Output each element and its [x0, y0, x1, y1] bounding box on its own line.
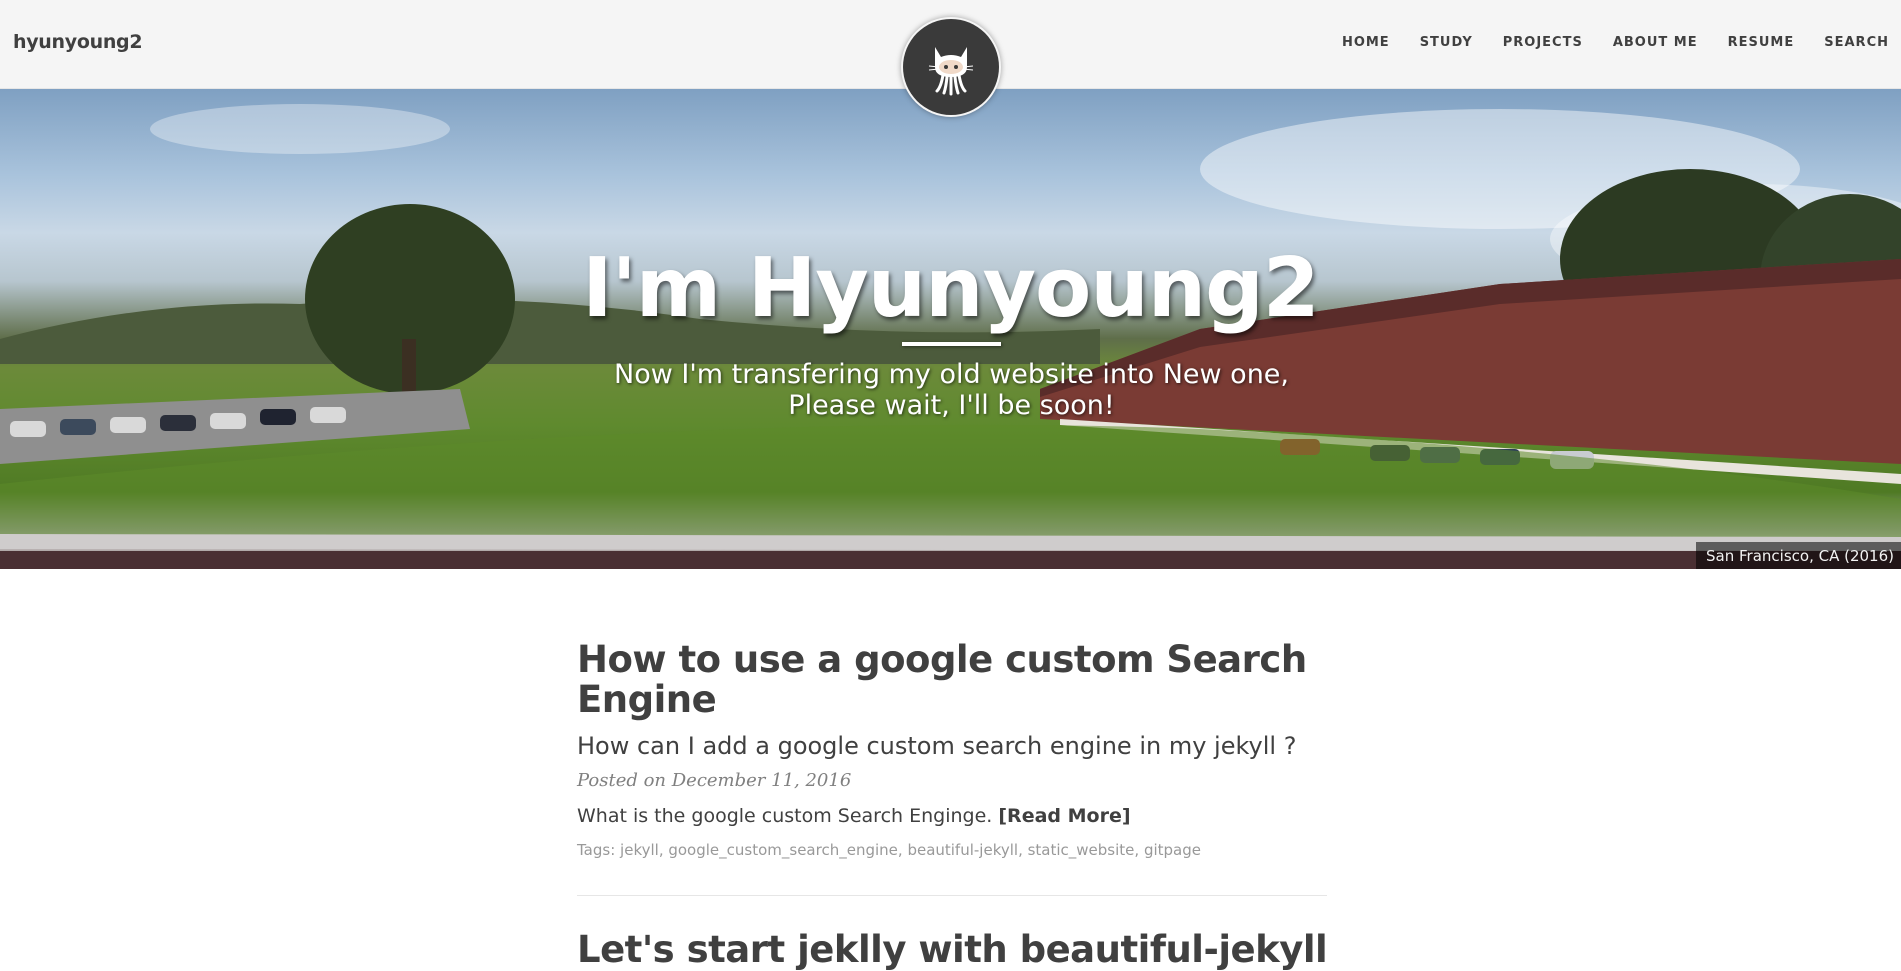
- post-list: How to use a google custom Search Engine…: [577, 640, 1328, 971]
- post-divider: [577, 895, 1327, 896]
- post-tags: Tags: jekyll, google_custom_search_engin…: [577, 841, 1201, 859]
- tag-link[interactable]: beautiful-jekyll: [907, 841, 1018, 859]
- tag-link[interactable]: google_custom_search_engine: [668, 841, 898, 859]
- hero-title: I'm Hyunyoung2: [582, 241, 1320, 336]
- brand-link[interactable]: hyunyoung2: [13, 31, 143, 53]
- tag-link[interactable]: jekyll: [620, 841, 659, 859]
- hero-subtitle: Now I'm transfering my old website into …: [614, 359, 1289, 421]
- nav-resume[interactable]: RESUME: [1728, 35, 1795, 50]
- post-title-link[interactable]: How to use a google custom Search Engine: [577, 640, 1327, 720]
- tag-link[interactable]: static_website: [1028, 841, 1135, 859]
- post-preview: How to use a google custom Search Engine…: [577, 640, 1327, 860]
- github-octocat-icon: [903, 19, 999, 115]
- nav-search[interactable]: SEARCH: [1824, 35, 1889, 50]
- tags-label: Tags:: [577, 841, 616, 859]
- tag-link[interactable]: gitpage: [1144, 841, 1201, 859]
- post-date: Posted on December 11, 2016: [577, 770, 852, 791]
- avatar[interactable]: [901, 17, 1001, 117]
- post-excerpt: What is the google custom Search Enginge…: [577, 805, 1327, 827]
- image-caption: San Francisco, CA (2016): [1696, 542, 1901, 569]
- hero-title-divider: [902, 342, 1001, 346]
- hero-banner: I'm Hyunyoung2 Now I'm transfering my ol…: [0, 89, 1901, 569]
- nav-links: HOME STUDY PROJECTS ABOUT ME RESUME SEAR…: [1312, 35, 1889, 50]
- post-excerpt-text: What is the google custom Search Enginge…: [577, 805, 993, 827]
- nav-study[interactable]: STUDY: [1420, 35, 1473, 50]
- post-subtitle[interactable]: How can I add a google custom search eng…: [577, 732, 1327, 760]
- post-title-link[interactable]: Let's start jeklly with beautiful-jekyll: [577, 928, 1328, 971]
- nav-projects[interactable]: PROJECTS: [1503, 35, 1583, 50]
- read-more-link[interactable]: [Read More]: [998, 805, 1130, 827]
- nav-about-me[interactable]: ABOUT ME: [1613, 35, 1698, 50]
- nav-home[interactable]: HOME: [1342, 35, 1390, 50]
